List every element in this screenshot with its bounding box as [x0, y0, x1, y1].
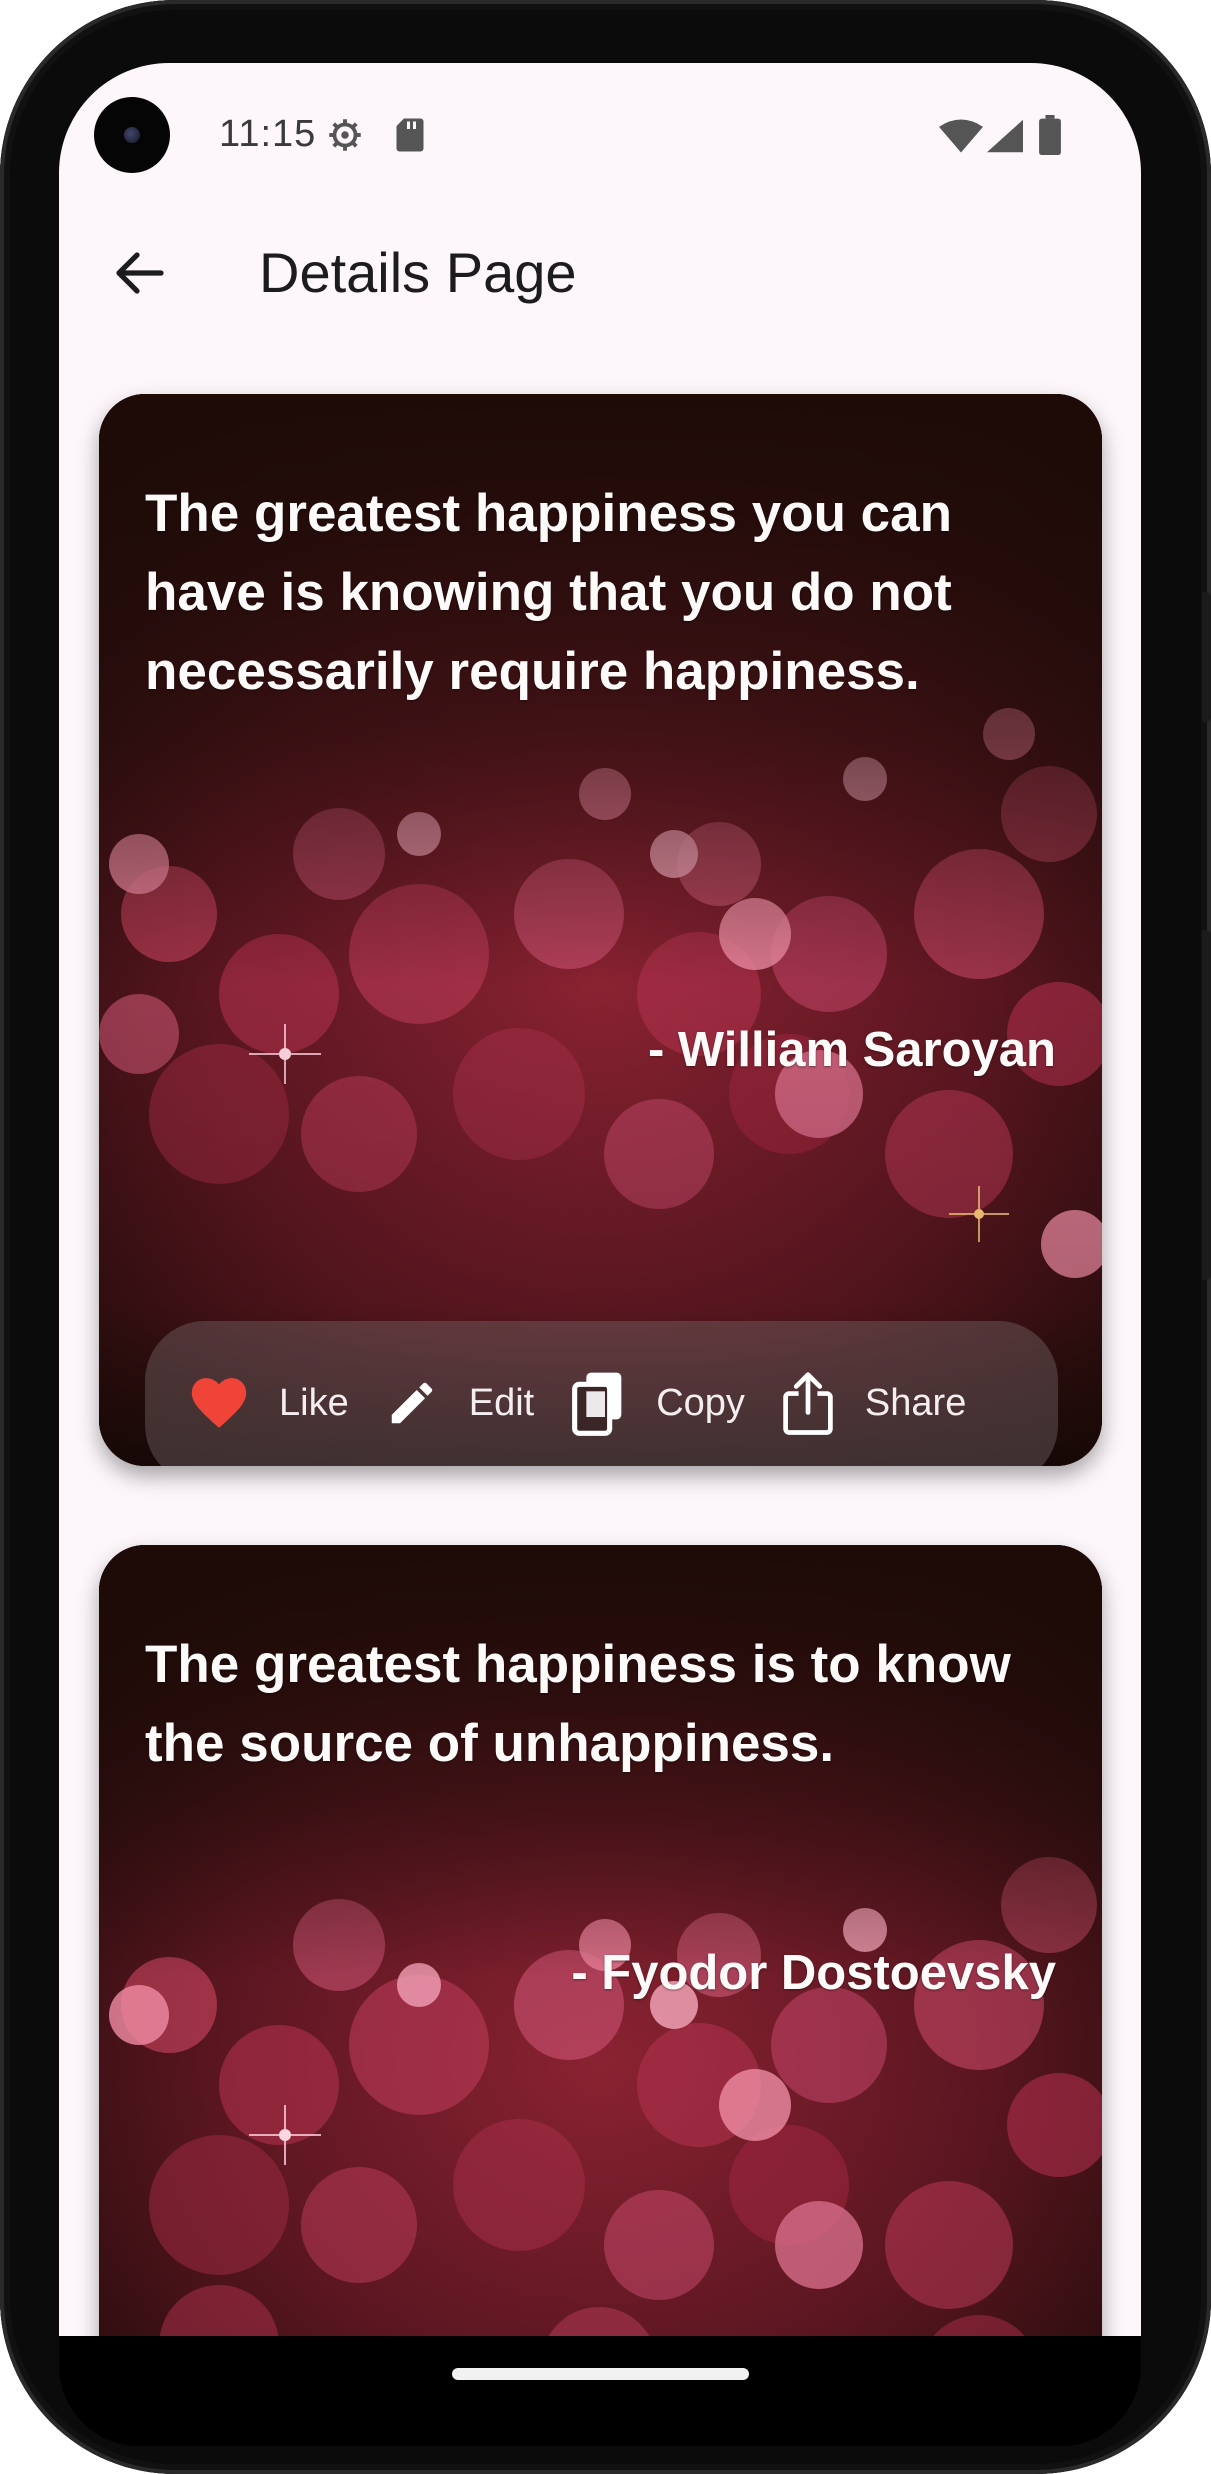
quote-author: - Fyodor Dostoevsky — [571, 1946, 1056, 2000]
power-button — [1202, 592, 1211, 722]
copy-button[interactable]: Copy — [570, 1370, 745, 1436]
sd-card-icon — [395, 117, 425, 158]
wifi-icon — [939, 119, 983, 158]
home-indicator[interactable] — [452, 2368, 749, 2380]
quote-author: - William Saroyan — [647, 1023, 1056, 1077]
edit-button[interactable]: Edit — [385, 1376, 534, 1430]
quote-card[interactable]: The greatest happiness you can have is k… — [99, 394, 1102, 1466]
back-button[interactable] — [99, 235, 179, 315]
share-label: Share — [864, 1381, 967, 1424]
front-camera — [94, 97, 170, 173]
gesture-nav-bar — [59, 2336, 1141, 2446]
share-icon — [781, 1370, 835, 1436]
share-button[interactable]: Share — [781, 1370, 966, 1436]
arrow-left-icon — [113, 251, 165, 300]
status-time: 11:15 — [219, 113, 317, 155]
quote-card[interactable]: The greatest happiness is to know the so… — [99, 1545, 1102, 2353]
app-screen: 11:15 Details Page The greatest happines… — [59, 63, 1141, 2353]
page-title: Details Page — [259, 241, 577, 304]
battery-icon — [1039, 115, 1061, 160]
heart-icon — [189, 1377, 249, 1429]
like-button[interactable]: Like — [189, 1377, 349, 1429]
volume-button — [1202, 930, 1211, 1280]
copy-label: Copy — [656, 1381, 745, 1424]
copy-icon — [570, 1370, 626, 1436]
settings-icon — [327, 117, 363, 158]
signal-icon — [987, 119, 1023, 158]
quote-text: The greatest happiness is to know the so… — [145, 1635, 1011, 1773]
quote-action-bar: Like Edit Copy Share — [145, 1321, 1058, 1466]
pencil-icon — [385, 1376, 439, 1430]
like-label: Like — [279, 1381, 349, 1424]
quote-text: The greatest happiness you can have is k… — [145, 484, 953, 701]
edit-label: Edit — [468, 1381, 535, 1424]
